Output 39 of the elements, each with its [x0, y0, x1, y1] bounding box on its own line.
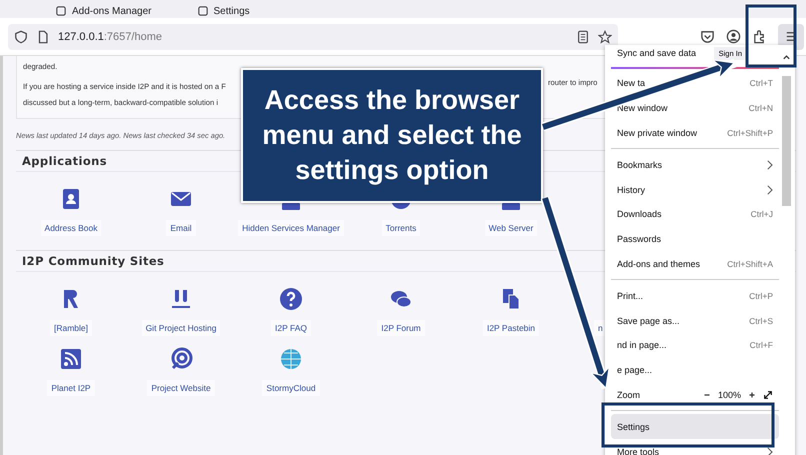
menu-item[interactable]: Passwords [611, 226, 779, 252]
shortcut-text: Ctrl+J [750, 209, 773, 220]
app-link[interactable]: StormyCloud [262, 380, 320, 396]
menu-item[interactable]: New private window Ctrl+Shift+P [611, 120, 779, 146]
app-link[interactable]: I2P FAQ [271, 320, 311, 336]
shortcut-text: Ctrl+F [750, 340, 773, 350]
shortcut-text: Ctrl+T [750, 78, 773, 88]
address-bar[interactable]: 127.0.0.1:7657/home [8, 24, 618, 50]
app-link[interactable]: Address Book [40, 220, 102, 236]
shortcut-text: Ctrl+Shift+P [727, 128, 773, 138]
app-link[interactable]: Web Server [484, 220, 538, 236]
shortcut-text: Ctrl+Shift+A [727, 258, 773, 269]
browser-tab[interactable]: Settings [190, 4, 258, 18]
app-link[interactable]: Email [166, 220, 196, 236]
shortcut-text: Ctrl+P [749, 290, 773, 301]
menu-item[interactable]: Settings [611, 414, 779, 440]
app-link[interactable]: Git Project Hosting [142, 320, 220, 336]
url-text: 127.0.0.1:7657/home [58, 30, 162, 42]
shortcut-text: Ctrl+N [748, 103, 773, 114]
browser-tab[interactable]: Add-ons Manager [48, 4, 160, 18]
menu-item[interactable]: Print... Ctrl+P [611, 283, 779, 308]
zoom-label: Zoom [617, 390, 640, 400]
zoom-value[interactable]: 100% [718, 390, 741, 400]
app-link[interactable]: Torrents [382, 220, 420, 236]
menu-item[interactable]: nd in page... Ctrl+F [611, 332, 779, 358]
app-link[interactable]: Project Website [147, 380, 215, 396]
menu-item[interactable]: More tools [611, 439, 779, 455]
menu-item[interactable]: New ta Ctrl+T [611, 71, 779, 96]
menu-item[interactable]: Downloads Ctrl+J [611, 202, 779, 227]
app-link[interactable]: I2P Forum [377, 320, 425, 336]
menu-item[interactable]: History [611, 177, 779, 202]
app-link[interactable]: [Ramble] [50, 320, 92, 336]
menu-item[interactable]: Save page as... Ctrl+S [611, 308, 779, 333]
app-link[interactable]: Planet I2P [47, 380, 95, 396]
sync-label: Sync and save data [617, 48, 696, 58]
app-link[interactable]: I2P Pastebin [482, 320, 540, 336]
shortcut-text: Ctrl+S [749, 316, 773, 326]
menu-item[interactable]: e page... [611, 358, 779, 383]
app-link[interactable]: Hidden Services Manager [238, 220, 344, 236]
